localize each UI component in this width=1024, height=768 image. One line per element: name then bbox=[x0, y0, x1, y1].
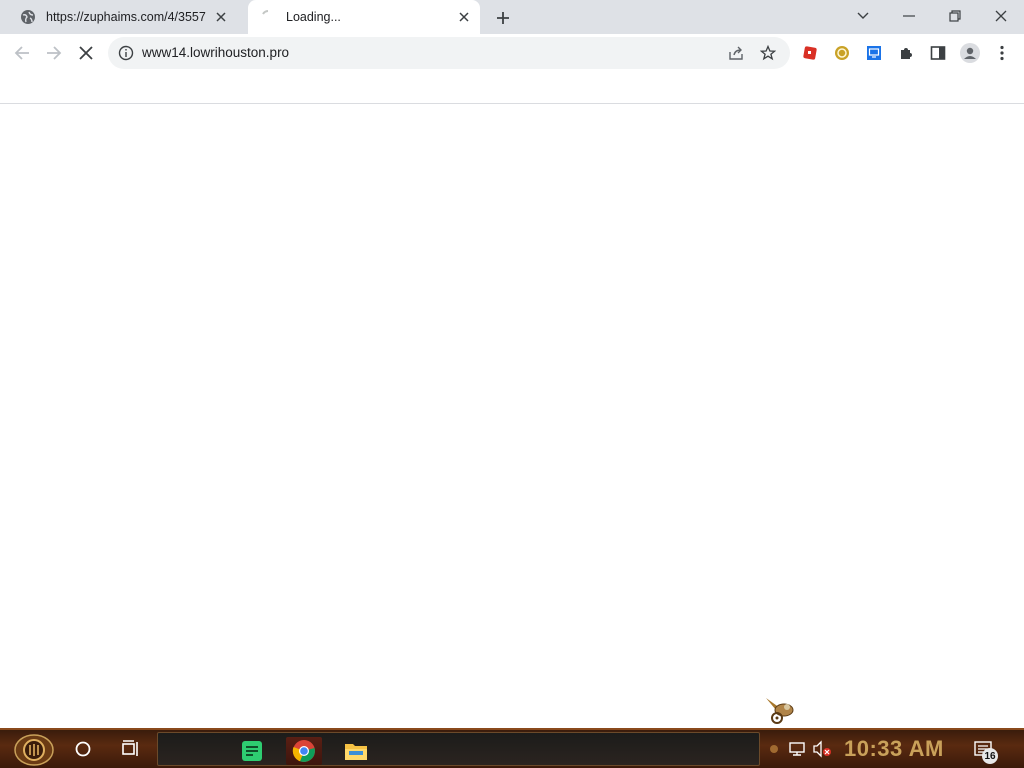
network-icon[interactable] bbox=[788, 740, 806, 758]
tab-title: https://zuphaims.com/4/3557 bbox=[46, 10, 206, 24]
notification-count-badge: 16 bbox=[982, 748, 998, 764]
puzzle-extensions-icon[interactable] bbox=[896, 43, 916, 63]
url-text: www14.lowrihouston.pro bbox=[142, 45, 290, 60]
notes-app-icon[interactable] bbox=[236, 737, 268, 765]
share-icon[interactable] bbox=[724, 41, 748, 65]
tab-title: Loading... bbox=[286, 10, 341, 24]
tab-strip: https://zuphaims.com/4/3557 Loading... bbox=[0, 0, 1024, 34]
steampunk-cursor-icon bbox=[764, 694, 798, 728]
action-center-icon[interactable]: 16 bbox=[970, 736, 998, 764]
globe-icon bbox=[20, 9, 36, 25]
profile-avatar-icon[interactable] bbox=[960, 43, 980, 63]
blue-screen-extension-icon[interactable] bbox=[864, 43, 884, 63]
tab-search-chevron-icon[interactable] bbox=[840, 0, 886, 32]
start-button-icon[interactable] bbox=[9, 733, 59, 767]
browser-tab-2-active[interactable]: Loading... bbox=[248, 0, 480, 34]
gold-coin-extension-icon[interactable] bbox=[832, 43, 852, 63]
new-tab-plus-icon[interactable] bbox=[491, 6, 515, 30]
volume-muted-icon[interactable] bbox=[812, 740, 832, 758]
site-info-icon[interactable] bbox=[118, 45, 134, 61]
browser-toolbar: www14.lowrihouston.pro bbox=[0, 34, 1024, 72]
windows-taskbar: 10:33 AM 16 bbox=[0, 728, 1024, 768]
red-cube-extension-icon[interactable] bbox=[800, 43, 820, 63]
back-arrow-icon[interactable] bbox=[6, 37, 38, 69]
close-window-icon[interactable] bbox=[978, 0, 1024, 32]
close-tab-icon[interactable] bbox=[454, 7, 474, 27]
bookmark-star-icon[interactable] bbox=[756, 41, 780, 65]
restore-icon[interactable] bbox=[932, 0, 978, 32]
cortana-search-icon[interactable] bbox=[70, 736, 96, 762]
bookmarks-bar bbox=[0, 72, 1024, 104]
browser-tab-1[interactable]: https://zuphaims.com/4/3557 bbox=[8, 0, 246, 34]
task-view-icon[interactable] bbox=[117, 736, 145, 762]
forward-arrow-icon[interactable] bbox=[38, 37, 70, 69]
file-explorer-icon[interactable] bbox=[340, 737, 372, 765]
minimize-icon[interactable] bbox=[886, 0, 932, 32]
stop-loading-icon[interactable] bbox=[70, 37, 102, 69]
side-panel-icon[interactable] bbox=[928, 43, 948, 63]
system-tray: 10:33 AM 16 bbox=[768, 732, 1016, 766]
chrome-icon[interactable] bbox=[286, 737, 322, 765]
loading-spinner-icon bbox=[260, 9, 276, 25]
taskbar-clock[interactable]: 10:33 AM bbox=[844, 736, 944, 762]
kebab-menu-icon[interactable] bbox=[992, 43, 1012, 63]
address-bar[interactable]: www14.lowrihouston.pro bbox=[108, 37, 790, 69]
taskbar-apps-area bbox=[157, 732, 760, 766]
page-content bbox=[0, 104, 1024, 728]
tray-overflow-icon[interactable] bbox=[768, 742, 780, 756]
close-tab-icon[interactable] bbox=[211, 7, 231, 27]
